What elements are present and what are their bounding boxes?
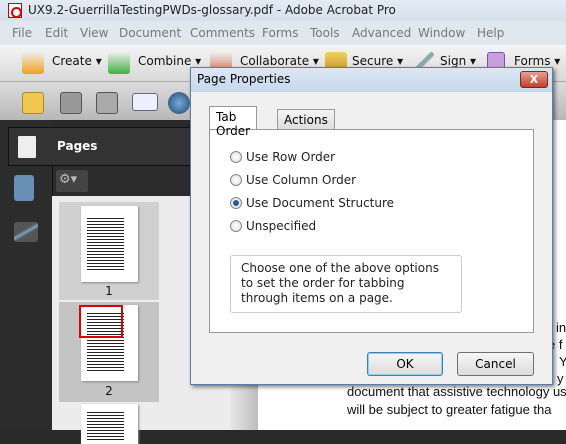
email-icon[interactable] [132,93,158,111]
tab-actions[interactable]: Actions [277,109,335,129]
menu-bar: File Edit View Document Comments Forms T… [0,21,566,45]
radio-button[interactable] [230,174,242,186]
dialog-title-bar: Page Properties [191,68,552,92]
menu-document[interactable]: Document [119,26,181,40]
radio-button[interactable] [230,220,242,232]
radio-label: Use Document Structure [246,196,395,210]
radio-use-document-structure[interactable]: Use Document Structure [230,196,394,210]
menu-window[interactable]: Window [418,26,465,40]
page-properties-dialog: Page Properties X Tab Order Actions Use … [190,67,553,385]
tab-order-panel: Use Row Order Use Column Order Use Docum… [209,129,534,333]
create-button[interactable]: Create ▾ [52,54,102,68]
ok-button[interactable]: OK [367,352,443,376]
navigation-strip [0,120,52,430]
cancel-button[interactable]: Cancel [457,352,534,376]
doc-line: in [556,320,566,335]
doc-line: Y [559,354,566,369]
menu-edit[interactable]: Edit [45,26,68,40]
menu-tools[interactable]: Tools [310,26,340,40]
title-bar: UX9.2-GuerrillaTestingPWDs-glossary.pdf … [0,0,566,21]
collaborate-button[interactable]: Collaborate ▾ [240,54,319,68]
doc-line: document that assistive technology us [347,384,566,399]
doc-line: will be subject to greater fatigue tha [347,402,552,417]
open-folder-icon[interactable] [22,92,44,114]
view-region-box[interactable] [79,305,123,338]
pdf-icon [8,3,22,18]
forms-button[interactable]: Forms ▾ [514,54,560,68]
radio-label: Unspecified [246,219,317,233]
create-icon [22,52,44,74]
radio-label: Use Row Order [246,150,336,164]
pages-panel-title: Pages [57,139,98,153]
menu-file[interactable]: File [12,26,32,40]
close-button[interactable]: X [520,71,548,88]
menu-forms[interactable]: Forms [262,26,298,40]
radio-button[interactable] [230,151,242,163]
combine-icon [108,52,130,74]
radio-use-column-order[interactable]: Use Column Order [230,173,356,187]
sign-button[interactable]: Sign ▾ [440,54,476,68]
secure-button[interactable]: Secure ▾ [352,54,403,68]
menu-help[interactable]: Help [477,26,504,40]
window-title: UX9.2-GuerrillaTestingPWDs-glossary.pdf … [28,3,396,17]
print-icon[interactable] [60,92,82,114]
radio-use-row-order[interactable]: Use Row Order [230,150,335,164]
radio-button-selected[interactable] [230,197,242,209]
menu-advanced[interactable]: Advanced [352,26,411,40]
thumbnail-page-1[interactable]: 1 [59,202,159,300]
dialog-title: Page Properties [197,72,291,86]
signatures-icon[interactable] [14,222,38,242]
pages-icon[interactable] [18,136,36,158]
thumbnail-page-2[interactable]: 2 [59,302,159,402]
combine-button[interactable]: Combine ▾ [138,54,201,68]
radio-unspecified[interactable]: Unspecified [230,219,316,233]
upload-globe-icon[interactable] [168,92,190,114]
hint-text: Choose one of the above options to set t… [230,255,462,313]
page-number: 2 [105,384,113,398]
menu-comments[interactable]: Comments [190,26,255,40]
save-icon[interactable] [96,92,118,114]
menu-view[interactable]: View [80,26,108,40]
options-gear-icon[interactable]: ⚙▾ [56,170,88,192]
page-number: 1 [105,284,113,298]
radio-label: Use Column Order [246,173,357,187]
bookmarks-icon[interactable] [14,175,34,201]
tab-tab-order[interactable]: Tab Order [209,106,258,138]
